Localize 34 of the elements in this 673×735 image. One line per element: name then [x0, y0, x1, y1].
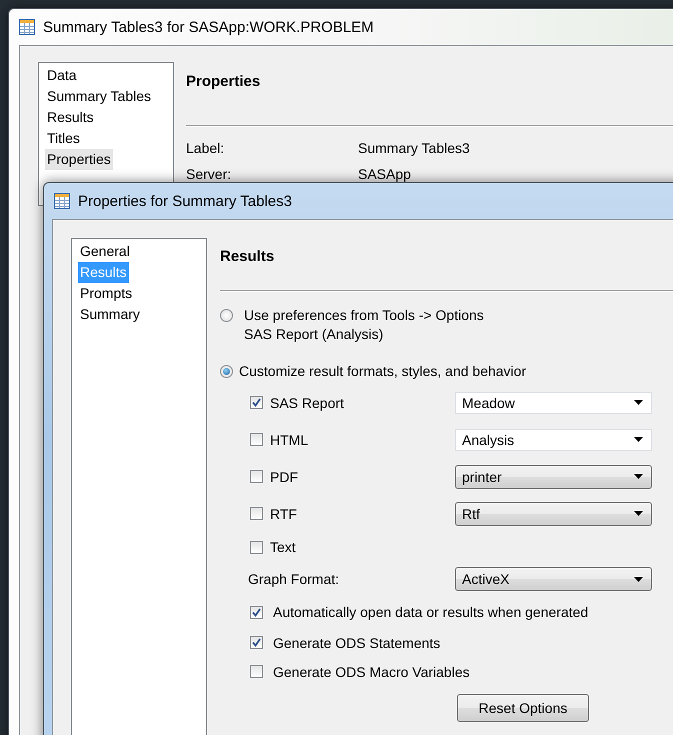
field-label: Server:: [186, 166, 232, 182]
checkbox-label: Generate ODS Statements: [273, 634, 440, 650]
navigation-item[interactable]: Summary: [78, 304, 142, 325]
navigation-item[interactable]: Summary Tables: [45, 86, 154, 107]
graph-format-label: Graph Format:: [248, 571, 340, 587]
checkbox-label: Automatically open data or results when generated: [273, 604, 588, 620]
field-value: Summary Tables3: [358, 140, 470, 156]
reset-options-button[interactable]: Reset Options: [457, 694, 589, 722]
checkbox-label: SAS Report: [270, 394, 344, 410]
field-value: SASApp: [358, 166, 411, 182]
radio-label: Customize result formats, styles, and behavior: [239, 363, 526, 379]
dialog-title: Properties for Summary Tables3: [78, 192, 292, 210]
option-note: SAS Report (Analysis): [243, 326, 384, 344]
style-dropdown[interactable]: Meadow: [455, 392, 652, 414]
navigation-item[interactable]: Results: [45, 107, 96, 128]
navigation-item[interactable]: Prompts: [78, 283, 134, 304]
window-title: Summary Tables3 for SASApp:WORK.PROBLEM: [43, 18, 374, 36]
checkbox-label: PDF: [270, 468, 298, 484]
navigation-item[interactable]: General: [78, 241, 132, 262]
section-heading: Properties: [186, 72, 262, 92]
style-dropdown[interactable]: Analysis: [455, 428, 652, 450]
style-dropdown[interactable]: printer: [455, 464, 652, 488]
section-heading: Results: [220, 247, 276, 267]
field-label: Label:: [186, 140, 226, 156]
checkbox-label: Generate ODS Macro Variables: [273, 664, 470, 680]
navigation-item[interactable]: Properties: [45, 149, 113, 170]
graph-format-dropdown[interactable]: ActiveX: [455, 567, 652, 591]
checkbox-label: Text: [270, 539, 296, 555]
radio-label: Use preferences from Tools -> Options: [244, 307, 484, 323]
style-dropdown[interactable]: Rtf: [455, 502, 652, 526]
navigation-item[interactable]: Data: [45, 65, 79, 86]
navigation-item[interactable]: Titles: [45, 128, 82, 149]
checkbox-label: HTML: [270, 432, 308, 448]
checkbox-label: RTF: [270, 506, 297, 522]
